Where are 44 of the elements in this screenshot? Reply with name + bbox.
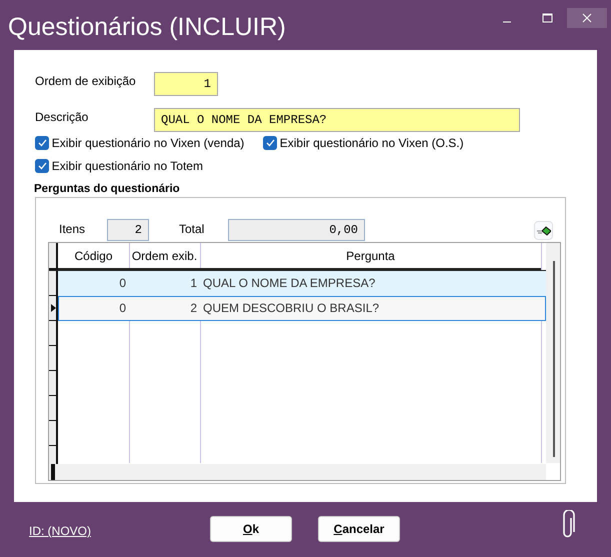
checkbox-label: Exibir questionário no Totem [52,158,203,175]
row-header-cell [49,396,58,421]
items-field[interactable]: 2 [107,219,149,241]
table-cell-text: 0 [118,300,127,317]
table-cell-text: QUAL O NOME DA EMPRESA? [202,275,376,292]
close-icon[interactable] [582,12,592,24]
field-label: Descrição [35,109,88,126]
checkbox[interactable] [263,136,277,150]
total-field[interactable]: 0,00 [228,219,365,241]
scrollbar-thumb[interactable] [51,464,55,480]
table-cell-text: 1 [189,275,198,292]
check-icon [266,139,274,147]
section-title: Perguntas do questionário [34,182,180,197]
scrollbar-thumb[interactable] [553,261,555,457]
table-row[interactable]: 0 1 QUAL O NOME DA EMPRESA? [58,271,546,296]
row-header-cell [49,371,58,396]
field-label: Itens [59,221,86,238]
table-row[interactable]: 0 2 QUEM DESCOBRIU O BRASIL? [58,296,546,321]
paperclip-icon[interactable] [560,510,576,540]
horizontal-scrollbar[interactable] [49,464,546,480]
vertical-scrollbar[interactable] [546,243,560,463]
checkbox[interactable] [35,159,49,173]
check-icon [38,139,46,147]
row-header-cell [49,421,58,446]
id-link[interactable]: ID: (NOVO) [29,522,91,540]
checkbox-label: Exibir questionário no Vixen (venda) [52,135,244,152]
order-field[interactable]: 1 [154,72,218,96]
row-header-cell [49,346,58,371]
maximize-icon[interactable] [542,12,552,24]
check-icon [38,162,46,170]
table-cell-text: QUEM DESCOBRIU O BRASIL? [202,300,380,317]
window-title: Questionários (INCLUIR) [7,12,286,43]
table-cell-text: 0 [118,275,127,292]
checkbox-label: Exibir questionário no Vixen (O.S.) [280,135,464,152]
eraser-icon [536,226,550,236]
table-cell-text: 2 [189,300,198,317]
field-label: Ordem de exibição [35,73,136,90]
field-label: Total [179,221,204,238]
description-field[interactable]: QUAL O NOME DA EMPRESA? [154,108,520,132]
checkbox[interactable] [35,136,49,150]
row-header-cell [49,243,58,270]
export-button[interactable] [534,221,553,240]
dialog-button[interactable]: Cancelar [318,516,400,542]
dialog-button[interactable]: Ok [210,516,292,542]
